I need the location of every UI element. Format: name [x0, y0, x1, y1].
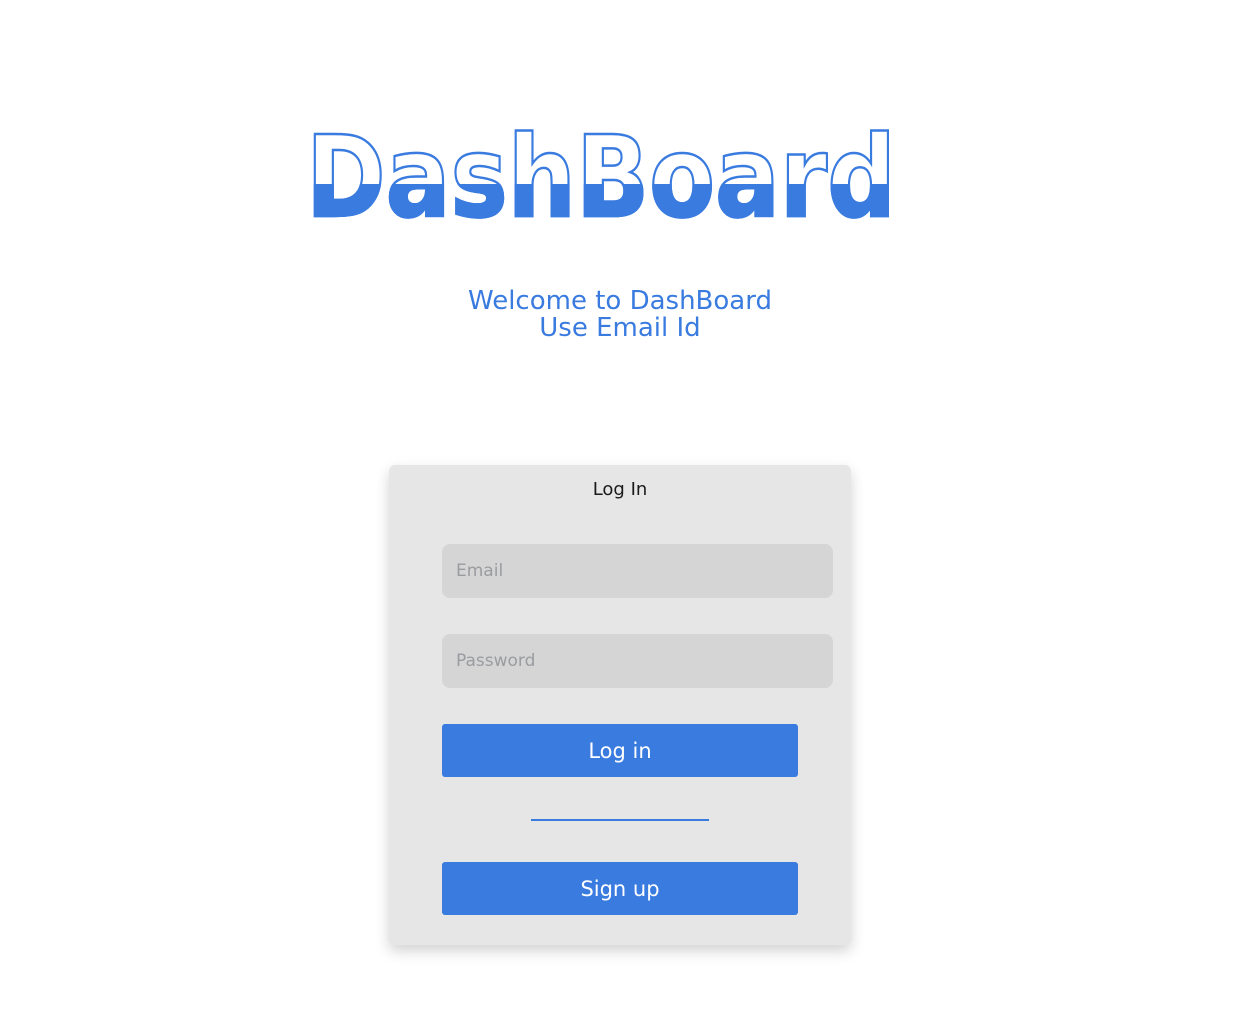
login-page: DashBoard DashBoard Welcome to DashBoard…	[0, 0, 1240, 1028]
login-card: Log In Log in Sign up	[389, 465, 851, 945]
signup-button[interactable]: Sign up	[442, 862, 798, 915]
instruction-line: Use Email Id	[539, 313, 701, 343]
logo-graphic: DashBoard DashBoard	[305, 112, 898, 230]
email-input[interactable]	[442, 544, 833, 598]
login-card-title: Log In	[592, 479, 648, 500]
dashboard-logo: DashBoard DashBoard	[296, 110, 906, 230]
divider-line	[531, 819, 709, 821]
welcome-message: Welcome to DashBoard Use Email Id	[0, 288, 1240, 342]
welcome-line: Welcome to DashBoard	[468, 286, 772, 316]
password-input[interactable]	[442, 634, 833, 688]
login-button[interactable]: Log in	[442, 724, 798, 777]
